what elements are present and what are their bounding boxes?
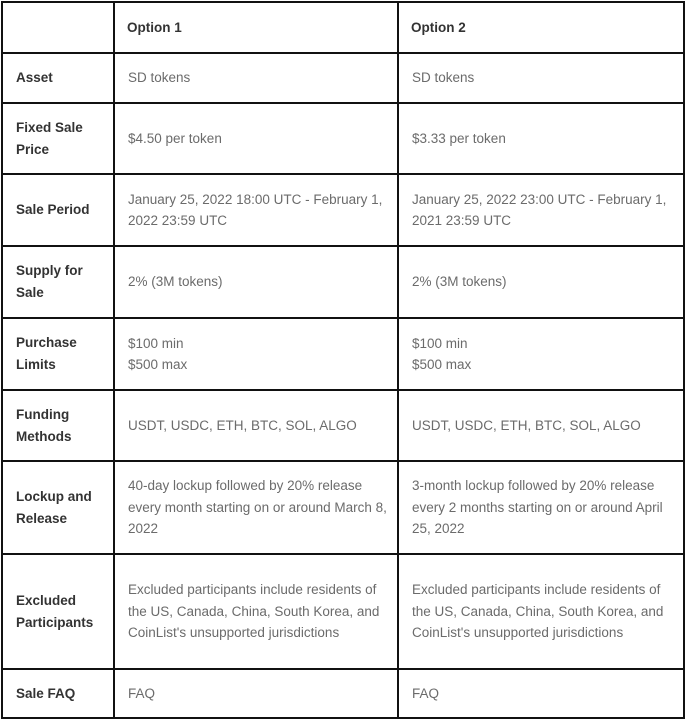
cell-funding-option-2: USDT, USDC, ETH, BTC, SOL, ALGO [397,389,685,462]
row-label-sale-period: Sale Period [1,173,115,247]
sale-comparison-table: Option 1 Option 2 Asset SD tokens SD tok… [1,1,685,719]
header-empty-cell [1,1,115,54]
row-label-excluded-participants: Excluded Participants [1,553,115,670]
cell-text: 2% (3M tokens) [412,274,507,290]
table-row-asset: Asset SD tokens SD tokens [1,52,685,104]
cell-text: Excluded participants include residents … [412,582,664,641]
table-row-sale-faq: Sale FAQ FAQ FAQ [1,668,685,719]
row-label-purchase-limits: Purchase Limits [1,317,115,391]
max-limit-text: $500 max [128,357,188,372]
table-row-funding-methods: Funding Methods USDT, USDC, ETH, BTC, SO… [1,389,685,462]
cell-text: 2% (3M tokens) [128,274,223,290]
cell-supply-option-2: 2% (3M tokens) [397,245,685,319]
table-row-fixed-sale-price: Fixed Sale Price $4.50 per token $3.33 p… [1,102,685,175]
cell-lockup-option-1: 40-day lockup followed by 20% release ev… [113,460,399,555]
cell-text: USDT, USDC, ETH, BTC, SOL, ALGO [128,417,357,433]
header-option-2: Option 2 [397,1,685,54]
cell-lockup-option-2: 3-month lockup followed by 20% release e… [397,460,685,555]
header-option-1: Option 1 [113,1,399,54]
cell-supply-option-1: 2% (3M tokens) [113,245,399,319]
cell-price-option-2: $3.33 per token [397,102,685,175]
faq-link-option-1[interactable]: FAQ [128,683,387,705]
cell-text: 3-month lockup followed by 20% release e… [412,478,663,537]
min-limit-text: $100 min [128,335,184,351]
cell-period-option-1: January 25, 2022 18:00 UTC - February 1,… [113,173,399,247]
sale-comparison-table-wrapper: Option 1 Option 2 Asset SD tokens SD tok… [1,1,685,719]
cell-price-option-1: $4.50 per token [113,102,399,175]
cell-asset-option-1: SD tokens [113,52,399,104]
table-row-excluded-participants: Excluded Participants Excluded participa… [1,553,685,670]
cell-text: January 25, 2022 18:00 UTC - February 1,… [128,191,383,229]
table-row-lockup-and-release: Lockup and Release 40-day lockup followe… [1,460,685,555]
table-row-sale-period: Sale Period January 25, 2022 18:00 UTC -… [1,173,685,247]
cell-text: Excluded participants include residents … [128,582,380,641]
max-limit-text: $500 max [412,357,472,372]
cell-text: $3.33 per token [412,130,506,146]
row-label-supply-for-sale: Supply for Sale [1,245,115,319]
row-label-lockup-and-release: Lockup and Release [1,460,115,555]
cell-text: 40-day lockup followed by 20% release ev… [128,478,387,537]
cell-period-option-2: January 25, 2022 23:00 UTC - February 1,… [397,173,685,247]
row-label-asset: Asset [1,52,115,104]
cell-text: SD tokens [128,70,191,86]
cell-text: $4.50 per token [128,130,222,146]
cell-limits-option-1: $100 min $500 max [113,317,399,391]
faq-link-option-2[interactable]: FAQ [412,683,673,705]
cell-excluded-option-2: Excluded participants include residents … [397,553,685,670]
cell-text: SD tokens [412,70,475,86]
table-row-supply-for-sale: Supply for Sale 2% (3M tokens) 2% (3M to… [1,245,685,319]
cell-text: USDT, USDC, ETH, BTC, SOL, ALGO [412,417,641,433]
header-row: Option 1 Option 2 [1,1,685,54]
row-label-fixed-sale-price: Fixed Sale Price [1,102,115,175]
cell-faq-option-2: FAQ [397,668,685,719]
cell-excluded-option-1: Excluded participants include residents … [113,553,399,670]
cell-asset-option-2: SD tokens [397,52,685,104]
row-label-funding-methods: Funding Methods [1,389,115,462]
min-limit-text: $100 min [412,335,468,351]
cell-text: January 25, 2022 23:00 UTC - February 1,… [412,191,667,229]
cell-limits-option-2: $100 min $500 max [397,317,685,391]
cell-faq-option-1: FAQ [113,668,399,719]
row-label-sale-faq: Sale FAQ [1,668,115,719]
cell-funding-option-1: USDT, USDC, ETH, BTC, SOL, ALGO [113,389,399,462]
table-row-purchase-limits: Purchase Limits $100 min $500 max $100 m… [1,317,685,391]
